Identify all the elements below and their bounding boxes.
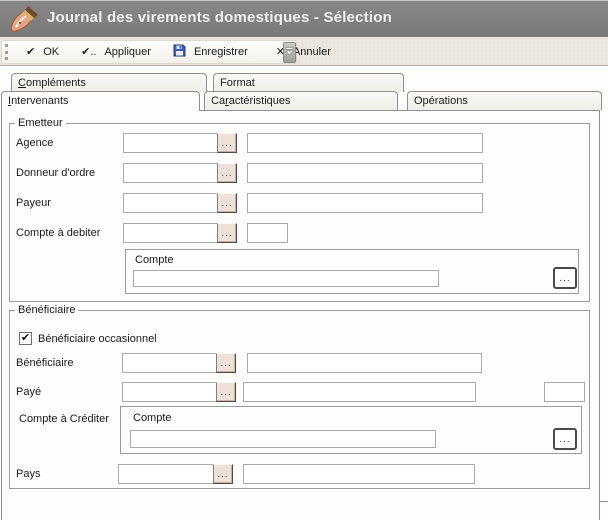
toolbar-overflow-icon	[285, 47, 294, 60]
payeur-label: Payeur	[16, 197, 51, 209]
check-icon: ✔	[26, 47, 35, 58]
payeur-browse-button[interactable]: ...	[217, 193, 237, 213]
beneficiaire-compte-label: Compte	[133, 412, 172, 424]
beneficiaire-compte-browse-button[interactable]: ...	[553, 428, 577, 450]
pen-nib-icon	[9, 4, 40, 35]
agence-name-input[interactable]	[247, 133, 483, 153]
compte-debiter-code-input[interactable]	[123, 223, 218, 243]
ok-button[interactable]: ✔ OK	[15, 41, 70, 63]
toolbar-overflow-button[interactable]	[283, 42, 296, 63]
cancel-button[interactable]: ✕ Annuler	[265, 41, 342, 63]
toolbar: ✔ OK ✔.. Appliquer Enregistrer	[0, 37, 608, 66]
pays-label: Pays	[16, 468, 40, 480]
donneur-ordre-label: Donneur d'ordre	[16, 167, 95, 179]
tab-operations[interactable]: Opérations	[407, 91, 602, 110]
toolbar-grip[interactable]	[5, 44, 8, 60]
agence-browse-button[interactable]: ...	[217, 133, 237, 153]
pays-code-input[interactable]	[118, 464, 214, 484]
emetteur-compte-browse-button[interactable]: ...	[553, 267, 577, 289]
paye-code-input[interactable]	[122, 382, 217, 402]
beneficiaire-compte-input[interactable]	[130, 430, 436, 448]
paye-name-input[interactable]	[243, 382, 476, 402]
donneur-ordre-code-input[interactable]	[123, 163, 218, 183]
tab-page-intervenants: Emetteur Agence ... Donneur d'ordre ... …	[1, 110, 600, 520]
cancel-button-label: Annuler	[293, 46, 331, 58]
compte-debiter-browse-button[interactable]: ...	[217, 223, 237, 243]
save-diskette-icon	[173, 44, 186, 60]
beneficiaire-name-input[interactable]	[247, 353, 482, 373]
emetteur-legend: Emetteur	[15, 117, 66, 129]
payeur-code-input[interactable]	[123, 193, 218, 213]
tab-caracteristiques[interactable]: Caractéristiques	[204, 91, 398, 110]
journal-virements-window: Journal des virements domestiques - Séle…	[0, 0, 608, 520]
paye-extra-input[interactable]	[544, 382, 585, 402]
paye-browse-button[interactable]: ...	[216, 382, 236, 402]
paye-label: Payé	[16, 386, 41, 398]
compte-debiter-label: Compte à debiter	[16, 227, 100, 239]
check-dots-icon: ✔..	[81, 47, 96, 58]
beneficiaire-occasionnel-label: Bénéficiaire occasionnel	[38, 333, 157, 345]
page-border-tick	[600, 501, 608, 502]
beneficiaire-occasionnel-checkbox[interactable]: ✔	[19, 332, 32, 345]
agence-code-input[interactable]	[123, 133, 218, 153]
checkmark-icon: ✔	[21, 334, 30, 343]
beneficiaire-code-input[interactable]	[122, 353, 217, 373]
toolbar-raft: ✔ OK ✔.. Appliquer Enregistrer	[1, 40, 297, 64]
compte-debiter-extra-input[interactable]	[247, 223, 288, 243]
donneur-ordre-name-input[interactable]	[247, 163, 483, 183]
emetteur-compte-label: Compte	[135, 254, 174, 266]
beneficiaire-legend: Bénéficiaire	[15, 304, 78, 316]
payeur-name-input[interactable]	[247, 193, 483, 213]
window-title: Journal des virements domestiques - Séle…	[47, 9, 392, 26]
agence-label: Agence	[16, 137, 53, 149]
save-button-label: Enregistrer	[194, 46, 248, 58]
donneur-ordre-browse-button[interactable]: ...	[217, 163, 237, 183]
beneficiaire-compte-panel: Compte ...	[120, 406, 582, 454]
ok-button-label: OK	[43, 46, 59, 58]
emetteur-compte-input[interactable]	[133, 270, 439, 287]
beneficiaire-label: Bénéficiaire	[16, 357, 73, 369]
apply-button[interactable]: ✔.. Appliquer	[70, 41, 162, 63]
beneficiaire-browse-button[interactable]: ...	[216, 353, 236, 373]
compte-crediter-label: Compte à Créditer	[19, 413, 109, 425]
pays-name-input[interactable]	[243, 464, 475, 484]
apply-button-label: Appliquer	[104, 46, 150, 58]
tab-intervenants[interactable]: Intervenants	[1, 91, 200, 111]
emetteur-compte-panel: Compte ...	[125, 249, 579, 294]
titlebar: Journal des virements domestiques - Séle…	[0, 0, 608, 37]
tab-complements[interactable]: Compléments	[11, 73, 207, 92]
pays-browse-button[interactable]: ...	[213, 464, 233, 484]
tab-format[interactable]: Format	[213, 73, 404, 92]
save-button[interactable]: Enregistrer	[162, 41, 259, 63]
